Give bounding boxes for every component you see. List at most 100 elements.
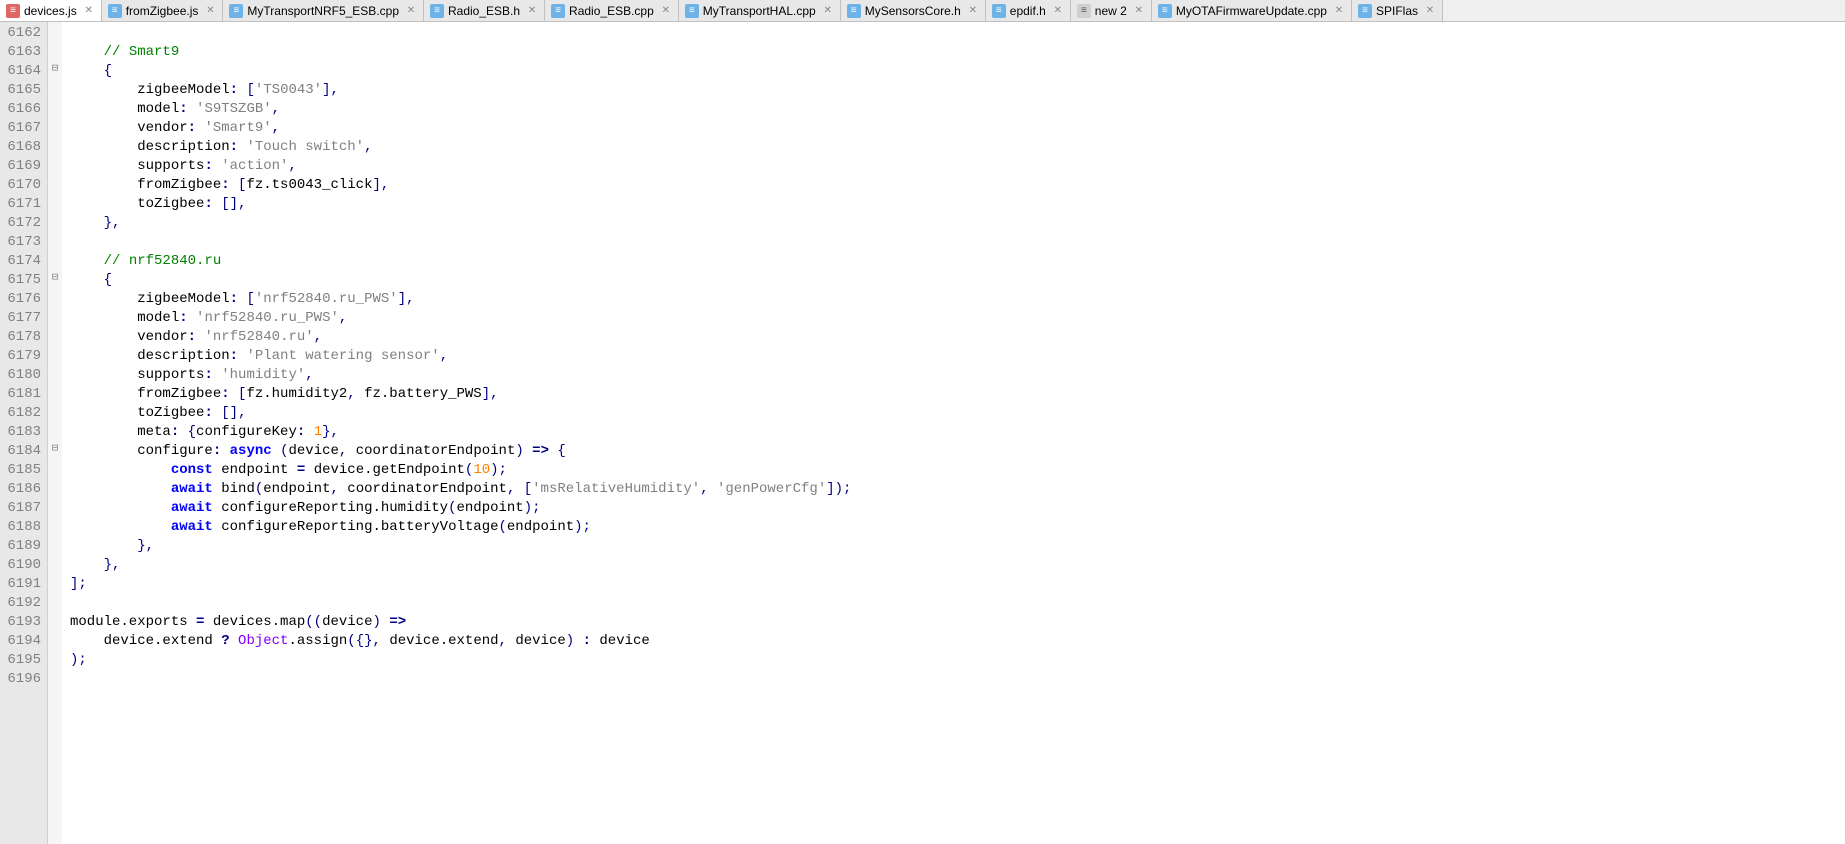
code-line[interactable]: await configureReporting.batteryVoltage(… <box>70 518 1845 537</box>
code-line[interactable]: // nrf52840.ru <box>70 252 1845 271</box>
line-number: 6168 <box>4 138 41 157</box>
line-number: 6164 <box>4 62 41 81</box>
code-line[interactable]: const endpoint = device.getEndpoint(10); <box>70 461 1845 480</box>
tab-myotafirmwareupdate-cpp[interactable]: ≡MyOTAFirmwareUpdate.cpp✕ <box>1152 0 1352 21</box>
tab-label: Radio_ESB.h <box>448 4 520 18</box>
code-line[interactable] <box>70 233 1845 252</box>
tab-spiflas[interactable]: ≡SPIFlas✕ <box>1352 0 1443 21</box>
code-line[interactable] <box>70 594 1845 613</box>
code-line[interactable]: ]; <box>70 575 1845 594</box>
tab-radio-esb-h[interactable]: ≡ Radio_ESB.h ✕ <box>424 0 545 21</box>
close-icon[interactable]: ✕ <box>1333 5 1345 17</box>
line-number: 6190 <box>4 556 41 575</box>
fold-toggle <box>48 611 62 630</box>
code-line[interactable]: await configureReporting.humidity(endpoi… <box>70 499 1845 518</box>
file-icon: ≡ <box>108 4 122 18</box>
code-line[interactable]: configure: async (device, coordinatorEnd… <box>70 442 1845 461</box>
code-line[interactable]: supports: 'humidity', <box>70 366 1845 385</box>
code-line[interactable]: }, <box>70 537 1845 556</box>
code-line[interactable] <box>70 24 1845 43</box>
close-icon[interactable]: ✕ <box>204 5 216 17</box>
code-line[interactable]: }, <box>70 556 1845 575</box>
line-number: 6175 <box>4 271 41 290</box>
tab-mytransportnrf5-esb-cpp[interactable]: ≡MyTransportNRF5_ESB.cpp✕ <box>223 0 424 21</box>
code-line[interactable]: description: 'Plant watering sensor', <box>70 347 1845 366</box>
code-line[interactable]: zigbeeModel: ['TS0043'], <box>70 81 1845 100</box>
tab-mysensorscore-h[interactable]: ≡MySensorsCore.h✕ <box>841 0 986 21</box>
code-line[interactable]: model: 'S9TSZGB', <box>70 100 1845 119</box>
tab-label: devices.js <box>24 4 77 18</box>
line-number: 6193 <box>4 613 41 632</box>
line-number: 6167 <box>4 119 41 138</box>
fold-toggle[interactable]: ⊟ <box>48 440 62 459</box>
fold-column[interactable]: ⊟ ⊟ ⊟ <box>48 22 62 844</box>
fold-toggle <box>48 326 62 345</box>
close-icon[interactable]: ✕ <box>967 5 979 17</box>
code-line[interactable]: fromZigbee: [fz.humidity2, fz.battery_PW… <box>70 385 1845 404</box>
close-icon[interactable]: ✕ <box>83 5 95 17</box>
line-number-gutter: 6162616361646165616661676168616961706171… <box>0 22 48 844</box>
code-line[interactable]: await bind(endpoint, coordinatorEndpoint… <box>70 480 1845 499</box>
fold-toggle <box>48 193 62 212</box>
close-icon[interactable]: ✕ <box>1133 5 1145 17</box>
tab-fromzigbee-js[interactable]: ≡fromZigbee.js✕ <box>102 0 224 21</box>
line-number: 6181 <box>4 385 41 404</box>
code-line[interactable]: vendor: 'nrf52840.ru', <box>70 328 1845 347</box>
line-number: 6188 <box>4 518 41 537</box>
code-line[interactable]: toZigbee: [], <box>70 195 1845 214</box>
tab-epdif-h[interactable]: ≡ epdif.h ✕ <box>986 0 1071 21</box>
line-number: 6169 <box>4 157 41 176</box>
tab-new-2[interactable]: ≡new 2✕ <box>1071 0 1152 21</box>
code-line[interactable]: device.extend ? Object.assign({}, device… <box>70 632 1845 651</box>
code-line[interactable]: // Smart9 <box>70 43 1845 62</box>
code-line[interactable]: zigbeeModel: ['nrf52840.ru_PWS'], <box>70 290 1845 309</box>
file-icon: ≡ <box>1358 4 1372 18</box>
file-icon: ≡ <box>685 4 699 18</box>
line-number: 6184 <box>4 442 41 461</box>
code-line[interactable]: ); <box>70 651 1845 670</box>
code-line[interactable]: supports: 'action', <box>70 157 1845 176</box>
code-line[interactable]: description: 'Touch switch', <box>70 138 1845 157</box>
close-icon[interactable]: ✕ <box>526 5 538 17</box>
file-icon: ≡ <box>229 4 243 18</box>
line-number: 6173 <box>4 233 41 252</box>
line-number: 6162 <box>4 24 41 43</box>
code-line[interactable]: module.exports = devices.map((device) => <box>70 613 1845 632</box>
close-icon[interactable]: ✕ <box>1052 5 1064 17</box>
code-line[interactable]: { <box>70 62 1845 81</box>
code-line[interactable]: { <box>70 271 1845 290</box>
code-line[interactable]: }, <box>70 214 1845 233</box>
code-line[interactable]: toZigbee: [], <box>70 404 1845 423</box>
fold-toggle <box>48 41 62 60</box>
code-line[interactable]: model: 'nrf52840.ru_PWS', <box>70 309 1845 328</box>
close-icon[interactable]: ✕ <box>1424 5 1436 17</box>
fold-toggle <box>48 250 62 269</box>
fold-toggle[interactable]: ⊟ <box>48 60 62 79</box>
tab-mytransporthal-cpp[interactable]: ≡MyTransportHAL.cpp✕ <box>679 0 841 21</box>
line-number: 6178 <box>4 328 41 347</box>
tab-devices-js[interactable]: ≡devices.js✕ <box>0 0 102 21</box>
code-line[interactable]: meta: {configureKey: 1}, <box>70 423 1845 442</box>
fold-toggle <box>48 592 62 611</box>
code-line[interactable]: vendor: 'Smart9', <box>70 119 1845 138</box>
fold-toggle <box>48 478 62 497</box>
file-icon: ≡ <box>1077 4 1091 18</box>
fold-toggle <box>48 649 62 668</box>
fold-toggle[interactable]: ⊟ <box>48 269 62 288</box>
close-icon[interactable]: ✕ <box>822 5 834 17</box>
file-icon: ≡ <box>992 4 1006 18</box>
file-icon: ≡ <box>430 4 444 18</box>
fold-toggle <box>48 174 62 193</box>
code-line[interactable]: fromZigbee: [fz.ts0043_click], <box>70 176 1845 195</box>
fold-toggle <box>48 497 62 516</box>
fold-toggle <box>48 288 62 307</box>
code-line[interactable] <box>70 670 1845 689</box>
line-number: 6170 <box>4 176 41 195</box>
tab-radio-esb-cpp[interactable]: ≡Radio_ESB.cpp✕ <box>545 0 679 21</box>
code-area[interactable]: // Smart9 { zigbeeModel: ['TS0043'], mod… <box>62 22 1845 844</box>
tab-label: epdif.h <box>1010 4 1046 18</box>
line-number: 6187 <box>4 499 41 518</box>
close-icon[interactable]: ✕ <box>405 5 417 17</box>
close-icon[interactable]: ✕ <box>660 5 672 17</box>
fold-toggle <box>48 554 62 573</box>
